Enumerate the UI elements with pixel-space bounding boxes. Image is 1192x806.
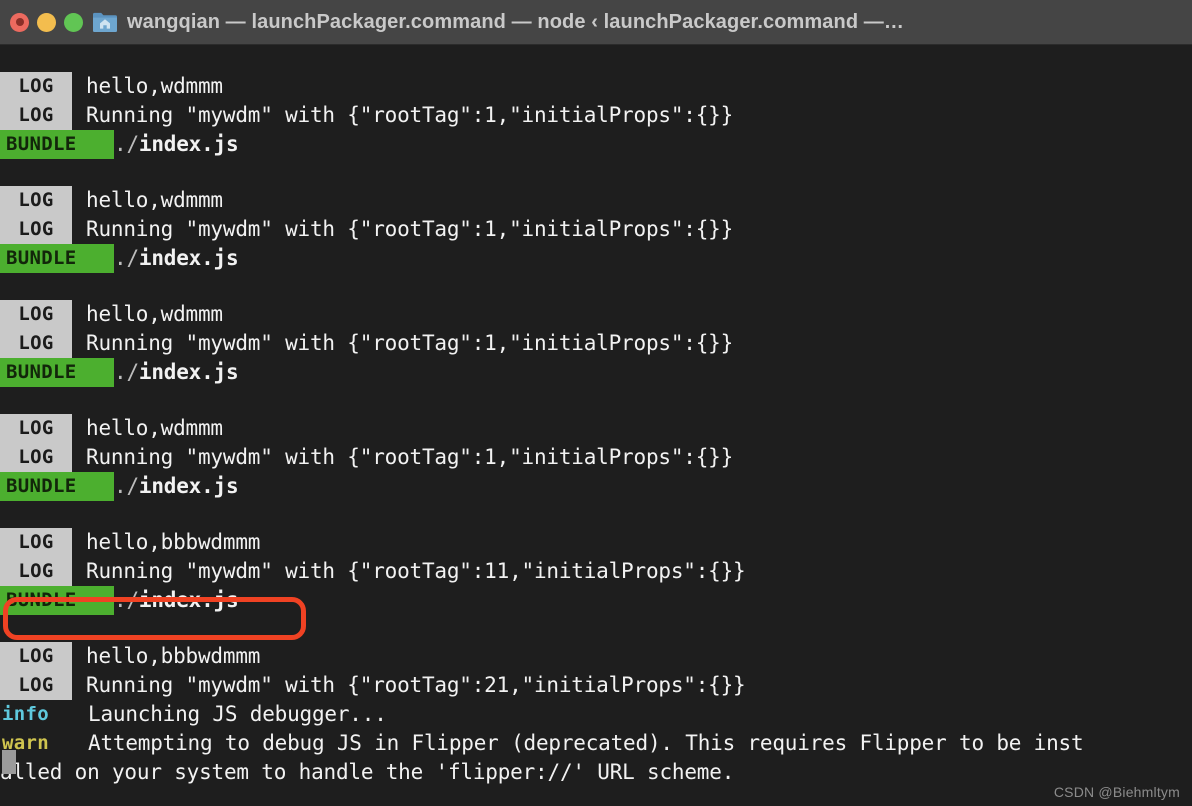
log-line: LOG hello,wdmmm <box>0 300 1192 329</box>
log-line-highlighted: LOG hello,bbbwdmmm <box>0 642 1192 671</box>
log-badge: LOG <box>0 414 72 443</box>
log-badge: LOG <box>0 186 72 215</box>
log-message: hello,bbbwdmmm <box>86 530 261 554</box>
log-line: LOG Running "mywdm" with {"rootTag":11,"i… <box>0 557 1192 586</box>
bundle-badge: BUNDLE <box>0 130 114 159</box>
close-window-button[interactable] <box>10 12 29 32</box>
log-message: Running "mywdm" with {"rootTag":1,"initi… <box>86 331 734 355</box>
log-line: LOG Running "mywdm" with {"rootTag":21,"i… <box>0 671 1192 700</box>
log-message: Running "mywdm" with {"rootTag":1,"initi… <box>86 445 734 469</box>
log-line: LOG Running "mywdm" with {"rootTag":1,"in… <box>0 329 1192 358</box>
bundle-file-name: index.js <box>138 588 239 612</box>
log-line: LOG Running "mywdm" with {"rootTag":1,"in… <box>0 101 1192 130</box>
warn-message: Attempting to debug JS in Flipper (depre… <box>88 731 1084 755</box>
log-line: LOG hello,bbbwdmmm <box>0 528 1192 557</box>
log-badge: LOG <box>0 300 72 329</box>
log-line: LOG Running "mywdm" with {"rootTag":1,"in… <box>0 215 1192 244</box>
bundle-path-prefix: ./ <box>114 474 139 498</box>
watermark: CSDN @Biehmltym <box>1053 784 1180 800</box>
minimize-window-button[interactable] <box>37 12 56 32</box>
info-line: info Launching JS debugger... <box>0 700 1192 729</box>
log-message: Running "mywdm" with {"rootTag":1,"initi… <box>86 103 734 127</box>
log-line: LOG Running "mywdm" with {"rootTag":1,"in… <box>0 443 1192 472</box>
info-badge: info <box>2 703 49 725</box>
log-badge: LOG <box>0 671 72 700</box>
bundle-line: BUNDLE ./index.js <box>0 130 1192 159</box>
maximize-window-button[interactable] <box>64 12 83 32</box>
log-block: LOG hello,bbbwdmmm LOG Running "mywdm" wit… <box>0 528 1192 615</box>
warn-line-continuation: alled on your system to handle the 'flip… <box>0 758 1192 787</box>
log-block-highlighted: LOG hello,bbbwdmmm LOG Running "mywdm" wit… <box>0 642 1192 787</box>
bundle-file-name: index.js <box>138 474 239 498</box>
terminal-cursor <box>2 750 16 774</box>
log-badge: LOG <box>0 72 72 101</box>
bundle-line: BUNDLE ./index.js <box>0 244 1192 273</box>
log-block: LOG hello,wdmmm LOG Running "mywdm" with {… <box>0 72 1192 159</box>
log-block: LOG hello,wdmmm LOG Running "mywdm" with {… <box>0 186 1192 273</box>
bundle-path-prefix: ./ <box>114 588 139 612</box>
bundle-badge: BUNDLE <box>0 244 114 273</box>
log-block: LOG hello,wdmmm LOG Running "mywdm" with {… <box>0 300 1192 387</box>
log-message: Running "mywdm" with {"rootTag":21,"init… <box>86 673 746 697</box>
log-badge: LOG <box>0 101 72 130</box>
log-badge: LOG <box>0 557 72 586</box>
bundle-line: BUNDLE ./index.js <box>0 472 1192 501</box>
warn-line: warn Attempting to debug JS in Flipper (d… <box>0 729 1192 758</box>
bundle-file-name: index.js <box>138 360 239 384</box>
bundle-line: BUNDLE ./index.js <box>0 586 1192 615</box>
bundle-badge: BUNDLE <box>0 586 114 615</box>
warn-message-continuation: alled on your system to handle the 'flip… <box>0 760 735 784</box>
log-message: hello,wdmmm <box>86 302 223 326</box>
log-message: Running "mywdm" with {"rootTag":1,"initi… <box>86 217 734 241</box>
log-block: LOG hello,wdmmm LOG Running "mywdm" with {… <box>0 414 1192 501</box>
terminal-window: wangqian — launchPackager.command — node… <box>0 0 1192 806</box>
bundle-badge: BUNDLE <box>0 358 114 387</box>
bundle-file-name: index.js <box>138 246 239 270</box>
terminal-output[interactable]: LOG hello,wdmmm LOG Running "mywdm" with {… <box>0 45 1192 806</box>
traffic-light-buttons <box>10 12 83 32</box>
log-message: Running "mywdm" with {"rootTag":11,"init… <box>86 559 746 583</box>
home-folder-icon <box>92 11 118 33</box>
log-badge: LOG <box>0 642 72 671</box>
info-message: Launching JS debugger... <box>88 702 387 726</box>
log-line: LOG hello,wdmmm <box>0 186 1192 215</box>
bundle-path-prefix: ./ <box>114 246 139 270</box>
log-message: hello,wdmmm <box>86 416 223 440</box>
window-title: wangqian — launchPackager.command — node… <box>127 10 905 33</box>
log-message: hello,bbbwdmmm <box>86 644 261 668</box>
log-line: LOG hello,wdmmm <box>0 72 1192 101</box>
log-message: hello,wdmmm <box>86 188 223 212</box>
top-spacer <box>0 45 1192 72</box>
log-line: LOG hello,wdmmm <box>0 414 1192 443</box>
log-badge: LOG <box>0 443 72 472</box>
log-badge: LOG <box>0 528 72 557</box>
bundle-path-prefix: ./ <box>114 360 139 384</box>
bundle-path-prefix: ./ <box>114 132 139 156</box>
bundle-line: BUNDLE ./index.js <box>0 358 1192 387</box>
log-message: hello,wdmmm <box>86 74 223 98</box>
log-badge: LOG <box>0 329 72 358</box>
log-badge: LOG <box>0 215 72 244</box>
bundle-file-name: index.js <box>138 132 239 156</box>
window-titlebar: wangqian — launchPackager.command — node… <box>0 0 1192 45</box>
bundle-badge: BUNDLE <box>0 472 114 501</box>
